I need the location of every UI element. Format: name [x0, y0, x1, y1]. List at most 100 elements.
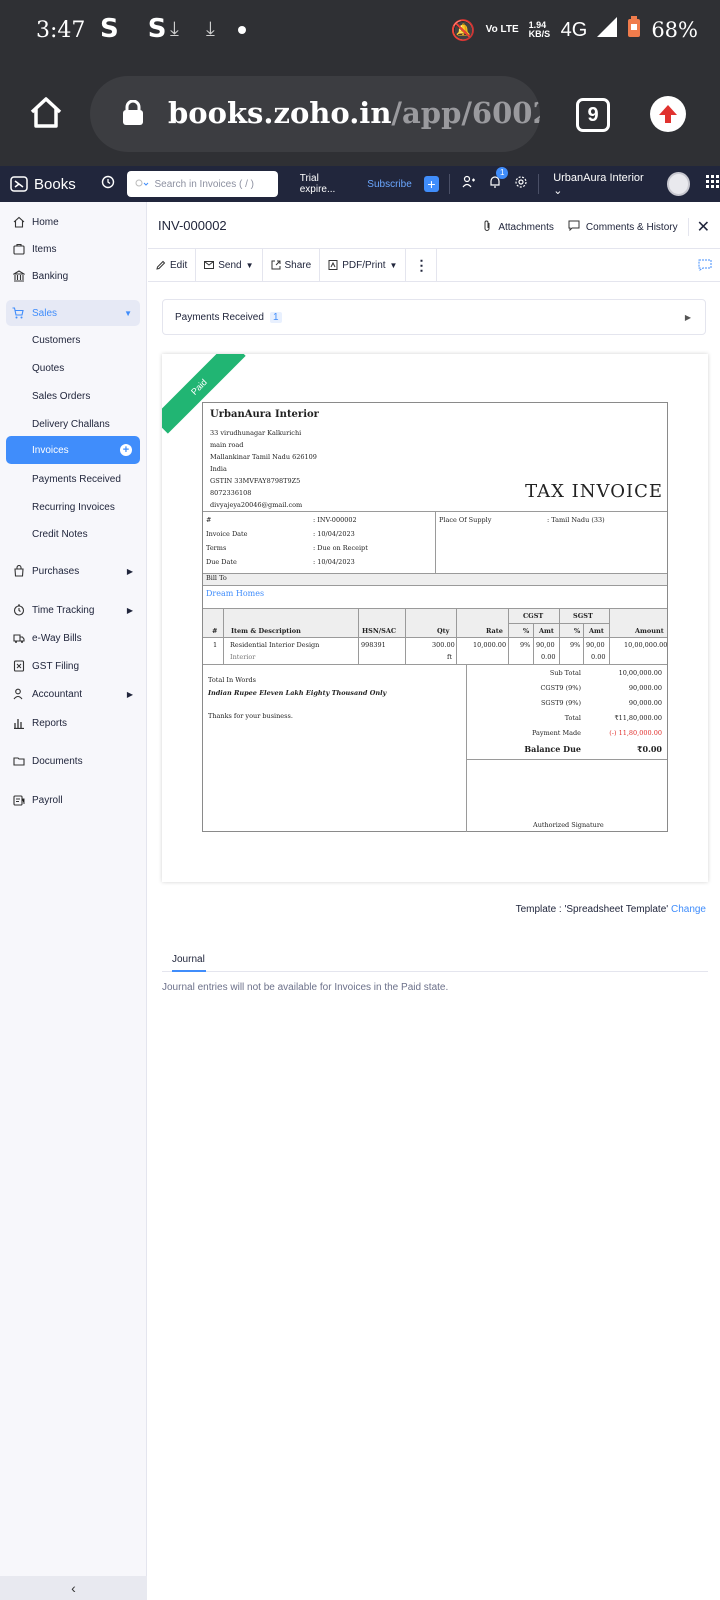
address-line: divyajeya20046@gmail.com [210, 501, 303, 509]
app-grid-icon[interactable] [706, 174, 720, 194]
subscribe-link[interactable]: Subscribe [367, 179, 411, 190]
payments-received-panel[interactable]: Payments Received 1 ▶ [162, 299, 706, 335]
chevron-right-icon: ▶ [126, 605, 133, 615]
signature-label: Authorized Signature [533, 821, 604, 829]
total-in-words-label: Total In Words [208, 676, 256, 684]
meta-value: : INV-000002 [313, 516, 357, 524]
chevron-right-icon: ▶ [684, 312, 691, 322]
search-icon [135, 179, 148, 187]
sidebar-item-label: Sales Orders [32, 390, 91, 402]
sidebar-item-label: Customers [32, 334, 81, 346]
sidebar-item-label: Recurring Invoices [32, 501, 115, 513]
tab-journal[interactable]: Journal [172, 954, 205, 965]
totals-value: ₹11,80,000.00 [614, 714, 662, 722]
add-invoice-icon[interactable]: + [120, 444, 132, 456]
mute-icon: 🔕 [450, 19, 476, 42]
change-template-link[interactable]: Change [671, 904, 706, 915]
pdf-print-button[interactable]: PDF/Print ▼ [320, 248, 407, 282]
sidebar-item-purchases[interactable]: Purchases ▶ [0, 557, 147, 585]
sidebar-item-label: Reports [32, 717, 68, 729]
sidebar-item-payroll[interactable]: Payroll [0, 786, 147, 814]
clock-icon [12, 603, 26, 617]
books-logo[interactable]: Books [10, 175, 95, 193]
line-hsn: 998391 [361, 641, 386, 649]
notifications-icon[interactable]: 1 [488, 166, 509, 194]
col-divider [559, 608, 560, 664]
sidebar-item-credit-notes[interactable]: Credit Notes [0, 520, 147, 548]
bill-to-label: Bill To [206, 574, 227, 582]
active-tab-indicator [172, 970, 206, 972]
paperclip-icon [482, 220, 492, 235]
comments-history-button[interactable]: Comments & History [586, 222, 678, 233]
org-name: UrbanAura Interior [553, 171, 644, 184]
sidebar-item-accountant[interactable]: Accountant ▶ [0, 680, 147, 708]
invoice-document: UrbanAura Interior 33 virudhunagar Kalku… [202, 402, 668, 832]
sidebar-item-invoices[interactable]: Invoices + [6, 436, 140, 464]
more-options-icon[interactable]: ⋮ [406, 248, 438, 282]
sidebar-item-items[interactable]: Items [0, 235, 147, 263]
chat-icon[interactable] [698, 259, 712, 274]
organization-switcher[interactable]: UrbanAura Interior ⌄ [553, 172, 652, 197]
bank-icon [12, 269, 26, 283]
sidebar-item-delivery-challans[interactable]: Delivery Challans [0, 410, 147, 438]
line-sgst-amt2: 0.00 [591, 653, 606, 661]
org-address: 33 virudhunagar Kalkurichi main road Mal… [210, 427, 317, 511]
sidebar-item-reports[interactable]: Reports [0, 709, 147, 737]
browser-toolbar: books.zoho.in/app/600241 9 [0, 64, 720, 166]
share-button[interactable]: Share [263, 248, 321, 282]
col-divider [456, 608, 457, 664]
sidebar-item-time-tracking[interactable]: Time Tracking ▶ [0, 596, 147, 624]
home-icon [12, 215, 26, 229]
search-input[interactable]: Search in Invoices ( / ) [126, 171, 278, 197]
sidebar-item-quotes[interactable]: Quotes [0, 354, 147, 382]
sidebar-item-recurring-invoices[interactable]: Recurring Invoices [0, 493, 147, 521]
attachments-button[interactable]: Attachments [498, 222, 554, 233]
refer-users-icon[interactable] [462, 175, 476, 194]
user-avatar[interactable] [666, 172, 691, 196]
search-placeholder: Search in Invoices ( / ) [154, 178, 254, 190]
sidebar-item-banking[interactable]: Banking [0, 262, 147, 290]
line-item-description: Interior [230, 653, 256, 661]
status-bar: 3:47 S S ⤓ ⤓ 🔕 Vo LTE 1.94 KB/S 4G 68% [0, 0, 720, 64]
pencil-icon [156, 260, 166, 270]
tab-switcher-button[interactable]: 9 [576, 98, 610, 132]
sidebar-item-sales-orders[interactable]: Sales Orders [0, 382, 147, 410]
url-bar[interactable]: books.zoho.in/app/600241 [90, 76, 540, 152]
detail-actions: Attachments Comments & History ✕ [482, 217, 710, 237]
url-host: books.zoho.in [168, 96, 392, 130]
col-header-rate: Rate [486, 627, 503, 635]
net-speed: 1.94 KB/S [528, 20, 551, 39]
edit-button[interactable]: Edit [148, 248, 197, 282]
customer-name[interactable]: Dream Homes [206, 589, 264, 598]
address-line: GSTIN 33MVFAY8798T9Z5 [210, 477, 301, 485]
accountant-icon [12, 687, 26, 701]
close-icon[interactable]: ✕ [697, 217, 710, 237]
col-header-cgst-pct: % [523, 627, 530, 635]
quick-create-button[interactable]: + [423, 176, 440, 192]
col-divider [508, 608, 509, 664]
sidebar-item-sales[interactable]: Sales ▼ [6, 300, 140, 326]
total-in-words: Indian Rupee Eleven Lakh Eighty Thousand… [208, 689, 387, 697]
reports-icon [12, 716, 26, 730]
line-cgst-amt2: 0.00 [541, 653, 556, 661]
send-button[interactable]: Send ▼ [196, 248, 263, 282]
sidebar-item-home[interactable]: Home [0, 208, 147, 236]
browser-home-icon[interactable] [28, 94, 64, 130]
meta-value: : Due on Receipt [313, 544, 368, 552]
notification-dot-icon [238, 26, 246, 34]
sidebar-item-eway-bills[interactable]: e-Way Bills [0, 624, 147, 652]
line-sgst-pct: 9% [570, 641, 581, 649]
sidebar-item-customers[interactable]: Customers [0, 326, 147, 354]
sidebar: Home Items Banking Sales ▼ Customers Quo… [0, 202, 147, 1600]
chevron-right-icon: ▶ [126, 689, 133, 699]
browser-update-button[interactable] [650, 96, 686, 132]
sidebar-item-documents[interactable]: Documents [0, 747, 147, 775]
status-time: 3:47 [36, 18, 86, 43]
sidebar-item-gst-filing[interactable]: GST Filing [0, 652, 147, 680]
collapse-sidebar-button[interactable]: ‹ [0, 1576, 147, 1600]
sidebar-item-label: Banking [32, 270, 69, 282]
recent-history-icon[interactable] [101, 175, 120, 194]
url-text: books.zoho.in/app/600241 [168, 96, 540, 130]
sidebar-item-payments-received[interactable]: Payments Received [0, 465, 147, 493]
settings-gear-icon[interactable] [514, 175, 528, 194]
